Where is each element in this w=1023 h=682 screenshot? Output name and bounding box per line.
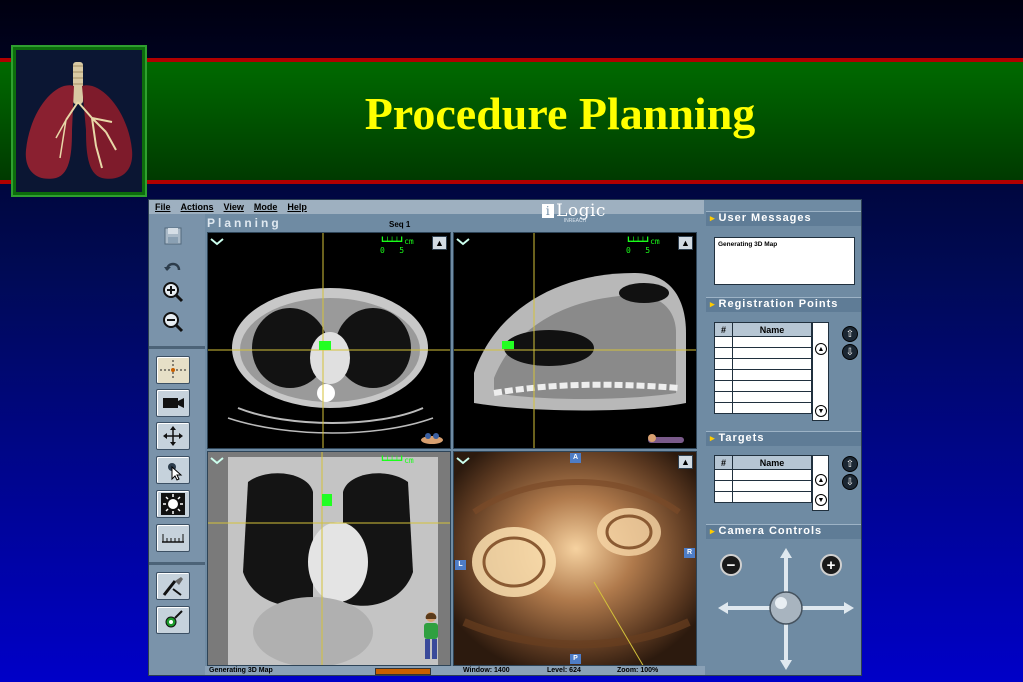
brand-subtitle: INREACH bbox=[563, 218, 587, 224]
table-row[interactable] bbox=[714, 402, 812, 414]
progress-bar bbox=[375, 668, 431, 675]
table-row[interactable] bbox=[714, 336, 812, 348]
crosshair-icon[interactable] bbox=[156, 356, 190, 384]
scale-min: 0 bbox=[380, 246, 385, 255]
table-row[interactable] bbox=[714, 480, 812, 492]
tool-bar bbox=[149, 214, 205, 675]
camera-controls-header: Camera Controls bbox=[706, 524, 861, 539]
patient-figure-icon bbox=[420, 611, 442, 661]
status-bar: Generating 3D Map Window: 1400 Level: 62… bbox=[205, 666, 705, 675]
scale-unit: cm bbox=[404, 237, 414, 246]
menu-view[interactable]: View bbox=[224, 202, 244, 212]
table-row[interactable] bbox=[714, 358, 812, 370]
camera-icon[interactable] bbox=[156, 389, 190, 417]
user-messages-box: Generating 3D Map bbox=[714, 237, 855, 285]
mode-title: Planning bbox=[207, 216, 282, 230]
table-row[interactable] bbox=[714, 380, 812, 392]
scroll-down-icon[interactable]: ▼ bbox=[815, 494, 827, 506]
scroll-up-icon[interactable]: ▲ bbox=[815, 474, 827, 486]
menu-help[interactable]: Help bbox=[287, 202, 307, 212]
table-row[interactable] bbox=[714, 347, 812, 359]
viewport-menu-chevron-icon[interactable] bbox=[456, 453, 470, 465]
right-panel: User Messages Generating 3D Map Registra… bbox=[706, 200, 861, 675]
orientation-anterior: A bbox=[570, 453, 581, 463]
camera-joystick[interactable] bbox=[716, 546, 856, 674]
zoom-in-icon[interactable] bbox=[156, 278, 190, 306]
menu-mode[interactable]: Mode bbox=[254, 202, 278, 212]
pointer-icon[interactable] bbox=[156, 456, 190, 484]
ilogic-app-window: File Actions View Mode Help i Logic INREA… bbox=[148, 199, 862, 676]
table-row[interactable] bbox=[714, 469, 812, 481]
move-up-icon[interactable]: ⇧ bbox=[842, 456, 858, 472]
viewport-menu-chevron-icon[interactable] bbox=[210, 453, 224, 465]
viewport-maximize-button[interactable]: ▲ bbox=[678, 236, 693, 250]
user-messages-header: User Messages bbox=[706, 211, 861, 226]
scroll-up-icon[interactable]: ▲ bbox=[815, 343, 827, 355]
table-row[interactable] bbox=[714, 369, 812, 381]
axial-viewport[interactable]: ▲ ┗┷┷┷┛cm 0 5 bbox=[207, 232, 451, 449]
viewport-maximize-button[interactable]: ▲ bbox=[678, 455, 693, 469]
undo-icon[interactable] bbox=[156, 252, 190, 280]
orientation-right: R bbox=[684, 548, 695, 558]
targets-header: Targets bbox=[706, 431, 861, 446]
target-tool-icon[interactable] bbox=[156, 606, 190, 634]
patient-orientation-icon bbox=[646, 432, 690, 444]
scale-max: 5 bbox=[645, 246, 651, 255]
scale-min: 0 bbox=[626, 246, 631, 255]
table-row[interactable] bbox=[714, 491, 812, 503]
ruler-icon[interactable] bbox=[156, 524, 190, 552]
targets-scrollbar[interactable]: ▲ ▼ bbox=[812, 455, 829, 511]
move-down-icon[interactable]: ⇩ bbox=[842, 474, 858, 490]
scale-bar: ┗┷┷┷┛cm bbox=[380, 456, 414, 465]
scale-bar: ┗┷┷┷┛cm 0 5 bbox=[626, 237, 660, 255]
scale-unit: cm bbox=[650, 237, 660, 246]
lung-logo-image bbox=[11, 45, 147, 197]
col-name-header: Name bbox=[732, 322, 812, 337]
orientation-left: L bbox=[455, 560, 466, 570]
viewport-menu-chevron-icon[interactable] bbox=[456, 234, 470, 246]
endoscopic-3d-viewport[interactable]: ▲ A P L R bbox=[453, 451, 697, 666]
registration-scrollbar[interactable]: ▲ ▼ bbox=[812, 322, 829, 421]
toolbar-separator bbox=[149, 346, 205, 349]
sagittal-viewport[interactable]: ▲ ┗┷┷┷┛cm 0 5 bbox=[453, 232, 697, 449]
scale-unit: cm bbox=[404, 456, 414, 465]
status-zoom: Zoom: 100% bbox=[617, 667, 659, 674]
zoom-out-icon[interactable] bbox=[156, 308, 190, 336]
move-down-icon[interactable]: ⇩ bbox=[842, 344, 858, 360]
move-up-icon[interactable]: ⇧ bbox=[842, 326, 858, 342]
table-row[interactable] bbox=[714, 391, 812, 403]
toolbar-separator bbox=[149, 562, 205, 565]
status-level: Level: 624 bbox=[547, 667, 581, 674]
orientation-posterior: P bbox=[570, 654, 581, 664]
scale-max: 5 bbox=[399, 246, 405, 255]
save-icon[interactable] bbox=[156, 222, 190, 250]
targets-table[interactable]: # Name bbox=[714, 455, 812, 503]
coronal-viewport[interactable]: ┗┷┷┷┛cm bbox=[207, 451, 451, 666]
menu-actions[interactable]: Actions bbox=[181, 202, 214, 212]
patient-orientation-icon bbox=[420, 430, 444, 444]
status-message: Generating 3D Map bbox=[209, 667, 273, 674]
menu-file[interactable]: File bbox=[155, 202, 171, 212]
scroll-down-icon[interactable]: ▼ bbox=[815, 405, 827, 417]
col-num-header: # bbox=[714, 455, 733, 470]
brand-mark-icon: i bbox=[542, 204, 555, 218]
viewport-maximize-button[interactable]: ▲ bbox=[432, 236, 447, 250]
col-num-header: # bbox=[714, 322, 733, 337]
registration-points-table[interactable]: # Name bbox=[714, 322, 812, 414]
viewport-menu-chevron-icon[interactable] bbox=[210, 234, 224, 246]
registration-points-header: Registration Points bbox=[706, 297, 861, 312]
slide-title: Procedure Planning bbox=[364, 88, 756, 139]
brightness-icon[interactable] bbox=[156, 490, 190, 518]
scale-bar: ┗┷┷┷┛cm 0 5 bbox=[380, 237, 414, 255]
col-name-header: Name bbox=[732, 455, 812, 470]
pick-tool-icon[interactable] bbox=[156, 572, 190, 600]
sequence-label: Seq 1 bbox=[389, 220, 411, 229]
status-window: Window: 1400 bbox=[463, 667, 510, 674]
pan-icon[interactable] bbox=[156, 422, 190, 450]
